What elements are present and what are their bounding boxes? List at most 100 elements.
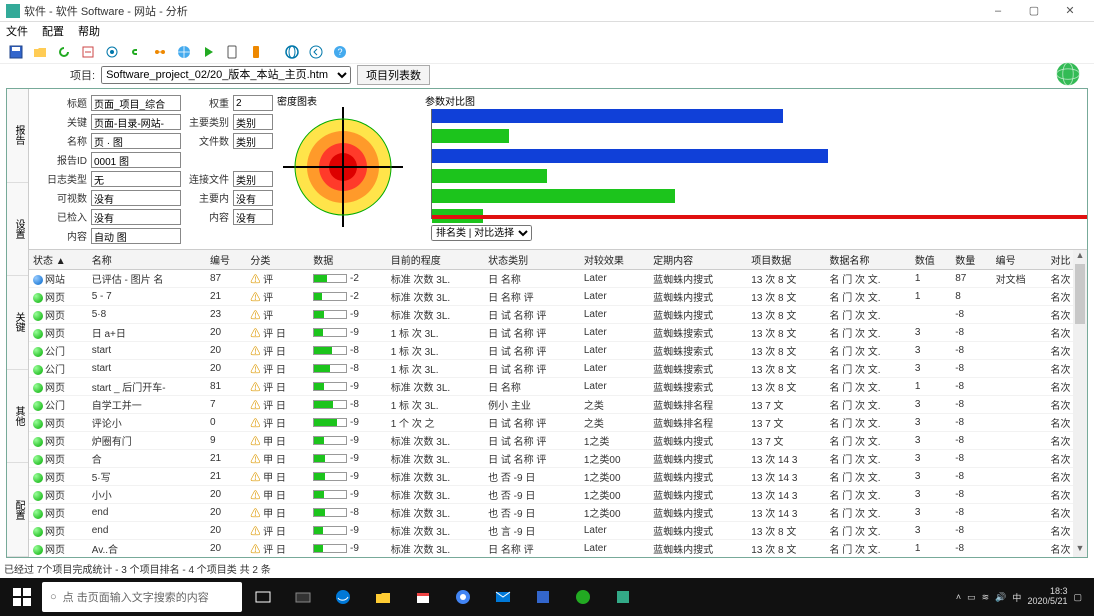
form-input-1a[interactable] <box>91 114 181 130</box>
export-icon[interactable] <box>78 42 98 62</box>
table-row[interactable]: 网页 5·8 23 ⚠ 评 -9 标准 次数 3L.日 试 名称 评Later蓝… <box>29 306 1087 324</box>
table-row[interactable]: 网页 评论小 0 ⚠ 评 日 -9 1 个 次 之日 试 名称 评之类蓝蜘蛛排名… <box>29 414 1087 432</box>
tray-net-icon[interactable]: ≋ <box>982 592 990 603</box>
table-row[interactable]: 网页 合 21 ⚠ 甲 日 -9 标准 次数 3L.日 试 名称 评1之类00蓝… <box>29 450 1087 468</box>
table-row[interactable]: 网页 小小 20 ⚠ 甲 日 -9 标准 次数 3L.也 否 -9 日1之类00… <box>29 486 1087 504</box>
app3-icon[interactable] <box>604 582 642 612</box>
table-row[interactable]: 网页 start _ 后门开车- 81 ⚠ 评 日 -9 标准 次数 3L.日 … <box>29 378 1087 396</box>
table-row[interactable]: 公门 start 20 ⚠ 评 日 -8 1 标 次 3L.日 试 名称 评La… <box>29 360 1087 378</box>
table-row[interactable]: 网页 5 - 7 21 ⚠ 评 -2 标准 次数 3L.日 名称 评Later蓝… <box>29 288 1087 306</box>
col-9[interactable]: 项目数据 <box>747 250 825 270</box>
status-dot <box>33 311 43 321</box>
tray-vol-icon[interactable]: 🔊 <box>995 592 1006 603</box>
form-input-5b[interactable] <box>233 190 273 206</box>
form-input-4b[interactable] <box>233 171 273 187</box>
tray-battery-icon[interactable]: ▭ <box>967 592 976 603</box>
minimize-button[interactable]: – <box>980 2 1016 20</box>
close-button[interactable]: ✕ <box>1052 2 1088 20</box>
menu-file[interactable]: 文件 <box>6 23 28 39</box>
table-row[interactable]: 网页 Av..合 20 ⚠ 评 日 -9 标准 次数 3L.日 名称 评Late… <box>29 540 1087 558</box>
taskbar-search[interactable]: ○ 点 击页面输入文字搜索的内容 <box>42 582 242 612</box>
form-input-2a[interactable] <box>91 133 181 149</box>
col-11[interactable]: 数值 <box>911 250 951 270</box>
table-row[interactable]: 网站 已评估 - 图片 名 87 ⚠ 评 -2 标准 次数 3L.日 名称Lat… <box>29 270 1087 288</box>
phone-icon[interactable] <box>246 42 266 62</box>
form-input-7a[interactable] <box>91 228 181 244</box>
warn-icon: ⚠ <box>250 437 260 448</box>
menu-help[interactable]: 帮助 <box>78 23 100 39</box>
connect-icon[interactable] <box>150 42 170 62</box>
mail-icon[interactable] <box>484 582 522 612</box>
form-input-4a[interactable] <box>91 171 181 187</box>
play-icon[interactable] <box>198 42 218 62</box>
bar-selector[interactable]: 排名类 | 对比选择 <box>431 225 532 241</box>
menu-config[interactable]: 配置 <box>42 23 64 39</box>
scroll-up-arrow[interactable]: ▲ <box>1073 250 1087 264</box>
project-list-button[interactable]: 项目列表数 <box>357 65 430 85</box>
vtab-key[interactable]: 关键 <box>7 276 28 370</box>
project-select[interactable]: Software_project_02/20_版本_本站_主页.htm <box>101 66 351 84</box>
col-2[interactable]: 编号 <box>206 250 246 270</box>
store-icon[interactable] <box>404 582 442 612</box>
chrome-icon[interactable] <box>444 582 482 612</box>
table-row[interactable]: 网页 5·写 21 ⚠ 甲 日 -9 标准 次数 3L.也 否 -9 日1之类0… <box>29 468 1087 486</box>
mini-bar <box>313 472 347 481</box>
start-button[interactable] <box>4 582 40 612</box>
tray-up-icon[interactable]: ˄ <box>956 592 961 602</box>
vtab-other[interactable]: 其他 <box>7 370 28 464</box>
target-icon[interactable] <box>102 42 122 62</box>
form-input-6a[interactable] <box>91 209 181 225</box>
refresh-icon[interactable] <box>54 42 74 62</box>
scroll-down-arrow[interactable]: ▼ <box>1073 543 1087 557</box>
edge-icon[interactable] <box>324 582 362 612</box>
device-icon[interactable] <box>222 42 242 62</box>
back-icon[interactable] <box>306 42 326 62</box>
table-row[interactable]: 网页 日 a+日 20 ⚠ 评 日 -9 1 标 次 3L.日 试 名称 评La… <box>29 324 1087 342</box>
task-view-icon[interactable] <box>244 582 282 612</box>
folder-dark-icon[interactable] <box>284 582 322 612</box>
col-12[interactable]: 数量 <box>951 250 991 270</box>
col-10[interactable]: 数据名称 <box>825 250 910 270</box>
table-row[interactable]: 网页 end 20 ⚠ 评 日 -9 标准 次数 3L.也 言 -9 日Late… <box>29 522 1087 540</box>
scroll-thumb[interactable] <box>1075 264 1085 324</box>
table-row[interactable]: 公门 自学工并一 7 ⚠ 评 日 -8 1 标 次 3L.例小 主业之类蓝蜘蛛排… <box>29 396 1087 414</box>
col-13[interactable]: 编号 <box>992 250 1047 270</box>
col-0[interactable]: 状态 ▲ <box>29 250 88 270</box>
form-input-0a[interactable] <box>91 95 181 111</box>
help-icon[interactable]: ? <box>330 42 350 62</box>
app2-icon[interactable] <box>564 582 602 612</box>
col-7[interactable]: 对较效果 <box>580 250 649 270</box>
col-8[interactable]: 定期内容 <box>649 250 747 270</box>
table-row[interactable]: 网页 end 20 ⚠ 甲 日 -8 标准 次数 3L.也 否 -9 日1之类0… <box>29 504 1087 522</box>
link-icon[interactable] <box>126 42 146 62</box>
table-scrollbar[interactable]: ▲ ▼ <box>1073 250 1087 557</box>
form-input-5a[interactable] <box>91 190 181 206</box>
col-6[interactable]: 状态类别 <box>484 250 580 270</box>
open-icon[interactable] <box>30 42 50 62</box>
app1-icon[interactable] <box>524 582 562 612</box>
vtab-config[interactable]: 配置 <box>7 463 28 557</box>
vtab-settings[interactable]: 设置 <box>7 183 28 277</box>
form-input-6b[interactable] <box>233 209 273 225</box>
table-row[interactable]: 公门 start 20 ⚠ 评 日 -8 1 标 次 3L.日 试 名称 评La… <box>29 342 1087 360</box>
taskbar-clock[interactable]: 18:3 2020/5/21 <box>1027 587 1067 607</box>
col-5[interactable]: 目前的程度 <box>387 250 484 270</box>
col-4[interactable]: 数据 <box>309 250 386 270</box>
globe-icon[interactable] <box>282 42 302 62</box>
form-label-5a: 可视数 <box>35 190 87 206</box>
world-icon[interactable] <box>174 42 194 62</box>
col-3[interactable]: 分类 <box>246 250 309 270</box>
form-input-2b[interactable] <box>233 133 273 149</box>
notifications-icon[interactable]: ▢ <box>1073 592 1082 603</box>
table-row[interactable]: 网页 炉圈有门 9 ⚠ 甲 日 -9 标准 次数 3L.日 试 名称 评1之类蓝… <box>29 432 1087 450</box>
col-1[interactable]: 名称 <box>88 250 206 270</box>
red-divider-line <box>432 215 1087 219</box>
save-icon[interactable] <box>6 42 26 62</box>
maximize-button[interactable]: ▢ <box>1016 2 1052 20</box>
form-input-0b[interactable] <box>233 95 273 111</box>
form-input-3a[interactable] <box>91 152 181 168</box>
explorer-icon[interactable] <box>364 582 402 612</box>
tray-ime-icon[interactable]: 中 <box>1012 591 1021 604</box>
vtab-report[interactable]: 报告 <box>7 89 28 183</box>
form-input-1b[interactable] <box>233 114 273 130</box>
